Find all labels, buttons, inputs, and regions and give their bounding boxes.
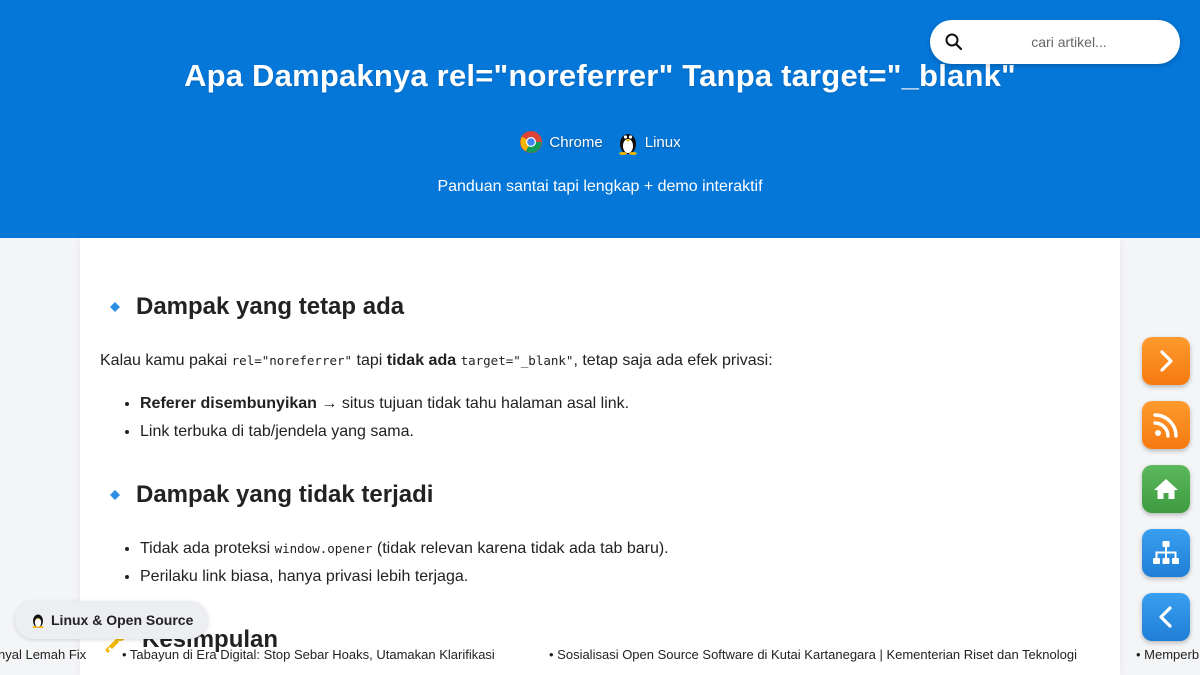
lead-strong: tidak ada xyxy=(386,352,457,369)
penguin-icon xyxy=(32,614,44,628)
next-button[interactable] xyxy=(1142,337,1190,385)
tag-chrome-label: Chrome xyxy=(549,133,603,151)
inline-code: target="_blank" xyxy=(460,353,574,368)
list-item: Link terbuka di tab/jendela yang sama. xyxy=(140,418,629,446)
chrome-icon xyxy=(520,131,543,153)
lead-text: Kalau kamu pakai xyxy=(100,352,232,369)
chevron-left-icon xyxy=(1159,606,1172,628)
search-icon[interactable] xyxy=(944,32,964,52)
article-card: Dampak yang tetap ada Kalau kamu pakai r… xyxy=(80,238,1120,675)
lead-text: tapi xyxy=(352,352,387,369)
home-icon xyxy=(1154,479,1178,499)
section-lead: Kalau kamu pakai rel="noreferrer" tapi t… xyxy=(100,352,773,370)
home-button[interactable] xyxy=(1142,465,1190,513)
tag-linux[interactable]: Linux xyxy=(617,129,681,155)
section-heading-text: Dampak yang tidak terjadi xyxy=(136,481,434,508)
list-item-text: Tidak ada proteksi xyxy=(140,540,275,557)
section-heading-text: Dampak yang tetap ada xyxy=(136,293,405,320)
section-heading-dampak-tidak: Dampak yang tidak terjadi xyxy=(100,481,433,509)
rss-icon xyxy=(1153,413,1178,438)
tag-linux-label: Linux xyxy=(644,133,681,151)
inline-code: rel="noreferrer" xyxy=(231,353,353,368)
category-pill[interactable]: Linux & Open Source xyxy=(15,601,209,639)
section-heading-dampak-tetap: Dampak yang tetap ada xyxy=(100,293,404,321)
chevron-right-icon xyxy=(1160,350,1173,372)
linux-penguin-icon xyxy=(618,134,637,155)
diamond-icon xyxy=(110,490,120,500)
tag-chrome[interactable]: Chrome xyxy=(519,129,603,155)
category-pill-label: Linux & Open Source xyxy=(51,612,194,628)
search-input[interactable] xyxy=(930,20,1180,64)
back-button[interactable] xyxy=(1142,593,1190,641)
platform-tags: Chrome Linux xyxy=(0,129,1200,155)
list-item: Referer disembunyikan → situs tujuan tid… xyxy=(140,390,629,418)
inline-code: window.opener xyxy=(274,541,373,556)
ticker-item[interactable]: • Sosialisasi Open Source Software di Ku… xyxy=(549,647,1077,662)
diamond-icon xyxy=(110,302,120,312)
sitemap-button[interactable] xyxy=(1142,529,1190,577)
page-tagline: Panduan santai tapi lengkap + demo inter… xyxy=(437,178,763,195)
bullet-list-dampak-tidak: Tidak ada proteksi window.opener (tidak … xyxy=(140,535,669,591)
ticker-item[interactable]: nyal Lemah Fix xyxy=(0,647,86,662)
ticker-item[interactable]: • Tabayun di Era Digital: Stop Sebar Hoa… xyxy=(122,647,495,662)
bullet-list-dampak-tetap: Referer disembunyikan → situs tujuan tid… xyxy=(140,390,629,446)
list-item-text: → situs tujuan tidak tahu halaman asal l… xyxy=(316,395,630,412)
list-item: Tidak ada proteksi window.opener (tidak … xyxy=(140,535,669,563)
list-item-text: (tidak relevan karena tidak ada tab baru… xyxy=(372,540,669,557)
list-item-strong: Referer disembunyikan xyxy=(140,395,317,412)
sitemap-icon xyxy=(1153,541,1179,564)
search-box xyxy=(930,20,1180,64)
rss-button[interactable] xyxy=(1142,401,1190,449)
ticker-item[interactable]: • Memperb xyxy=(1136,647,1199,662)
lead-text: , tetap saja ada efek privasi: xyxy=(573,352,773,369)
news-ticker: nyal Lemah Fix • Tabayun di Era Digital:… xyxy=(0,644,1200,666)
list-item: Perilaku link biasa, hanya privasi lebih… xyxy=(140,563,669,591)
